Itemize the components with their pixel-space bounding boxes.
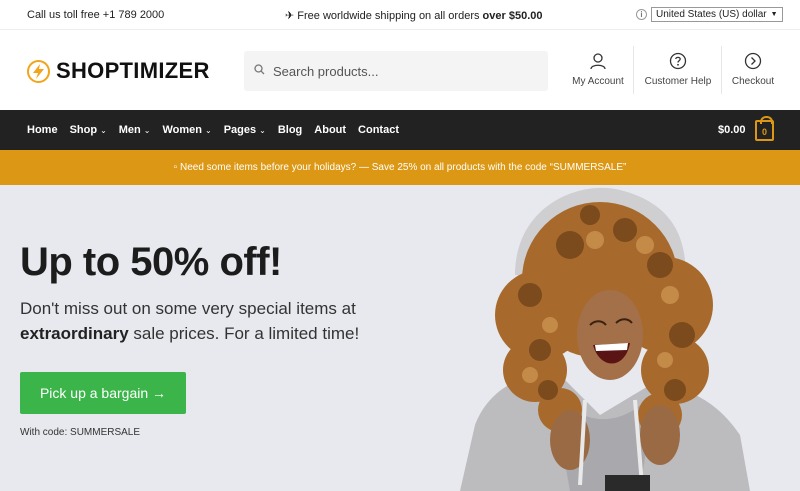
currency-switcher: i United States (US) dollar ▼ [636,7,783,22]
shipping-amount: over $50.00 [482,10,543,22]
header-divider [721,46,722,94]
hero-sub-line1: Don't miss out on some very special item… [20,299,356,318]
info-icon: i [636,9,647,20]
nav-label: Pages [223,124,257,136]
shipping-prefix: ✈ Free worldwide shipping on all orders [285,10,483,22]
search-input[interactable]: Search products... [244,51,548,91]
nav-label: Home [27,124,58,136]
hero-section: Up to 50% off! Don't miss out on some ve… [0,185,800,491]
chevron-down-icon: ⌄ [205,125,212,135]
hero-sub-line2: sale prices. For a limited time! [128,324,360,343]
nav-label: About [314,124,347,136]
chevron-down-icon: ⌄ [100,125,107,135]
nav-item-men[interactable]: Men ⌄ [119,124,151,136]
nav-item-home[interactable]: Home [27,124,58,136]
hero-headline: Up to 50% off! [20,240,282,284]
customer-help-link[interactable]: Customer Help [643,52,713,87]
bolt-logo-icon [27,59,50,83]
nav-label: Shop [69,124,98,136]
nav-item-blog[interactable]: Blog [278,124,302,136]
cart-count: 0 [761,127,767,137]
nav-item-about[interactable]: About [314,124,346,136]
phone-text: Call us toll free +1 789 2000 [27,9,165,21]
caret-down-icon: ▼ [770,11,778,18]
nav-label: Blog [277,124,303,136]
nav-item-contact[interactable]: Contact [358,124,399,136]
hero-model-image [460,187,750,491]
customer-help-label: Customer Help [644,76,712,87]
main-nav: Home Shop ⌄ Men ⌄ Women ⌄ Pages ⌄ Blog About… [0,110,800,150]
site-header: SHOPTIMIZER Search products... My Accoun… [0,30,800,110]
my-account-link[interactable]: My Account [568,52,628,87]
user-icon [568,52,628,73]
code-note: With code: SUMMERSALE [20,427,141,438]
promo-banner: ▫ Need some items before your holidays? … [0,150,800,185]
nav-label: Contact [358,124,399,136]
my-account-label: My Account [572,76,624,87]
help-icon [643,52,713,73]
chevron-down-icon: ⌄ [259,125,266,135]
arrow-right-circle-icon [728,52,778,73]
nav-item-women[interactable]: Women ⌄ [162,124,211,136]
nav-label: Men [118,124,141,136]
nav-item-pages[interactable]: Pages ⌄ [224,124,266,136]
checkout-link[interactable]: Checkout [728,52,778,87]
search-placeholder: Search products... [273,63,379,79]
search-icon [254,62,265,80]
logo-text: SHOPTIMIZER [56,58,210,83]
top-bar: Call us toll free +1 789 2000 ✈ Free wor… [0,0,800,30]
promo-text: ▫ Need some items before your holidays? … [173,162,627,173]
shipping-notice: ✈ Free worldwide shipping on all orders … [285,9,542,22]
checkout-label: Checkout [731,76,775,87]
nav-label: Women [162,124,202,136]
nav-item-shop[interactable]: Shop ⌄ [70,124,107,136]
chevron-down-icon: ⌄ [143,125,151,135]
hero-subtext: Don't miss out on some very special item… [20,296,360,346]
pick-up-bargain-button[interactable]: Pick up a bargain → [20,372,186,414]
currency-select[interactable]: United States (US) dollar ▼ [651,7,783,22]
site-logo[interactable]: SHOPTIMIZER [27,58,210,84]
cart-bag-icon[interactable]: 0 [755,116,774,141]
header-divider [633,46,634,94]
hero-sub-bold: extraordinary [20,324,129,343]
cart-total[interactable]: $0.00 [718,124,746,136]
currency-value: United States (US) dollar [656,9,767,20]
